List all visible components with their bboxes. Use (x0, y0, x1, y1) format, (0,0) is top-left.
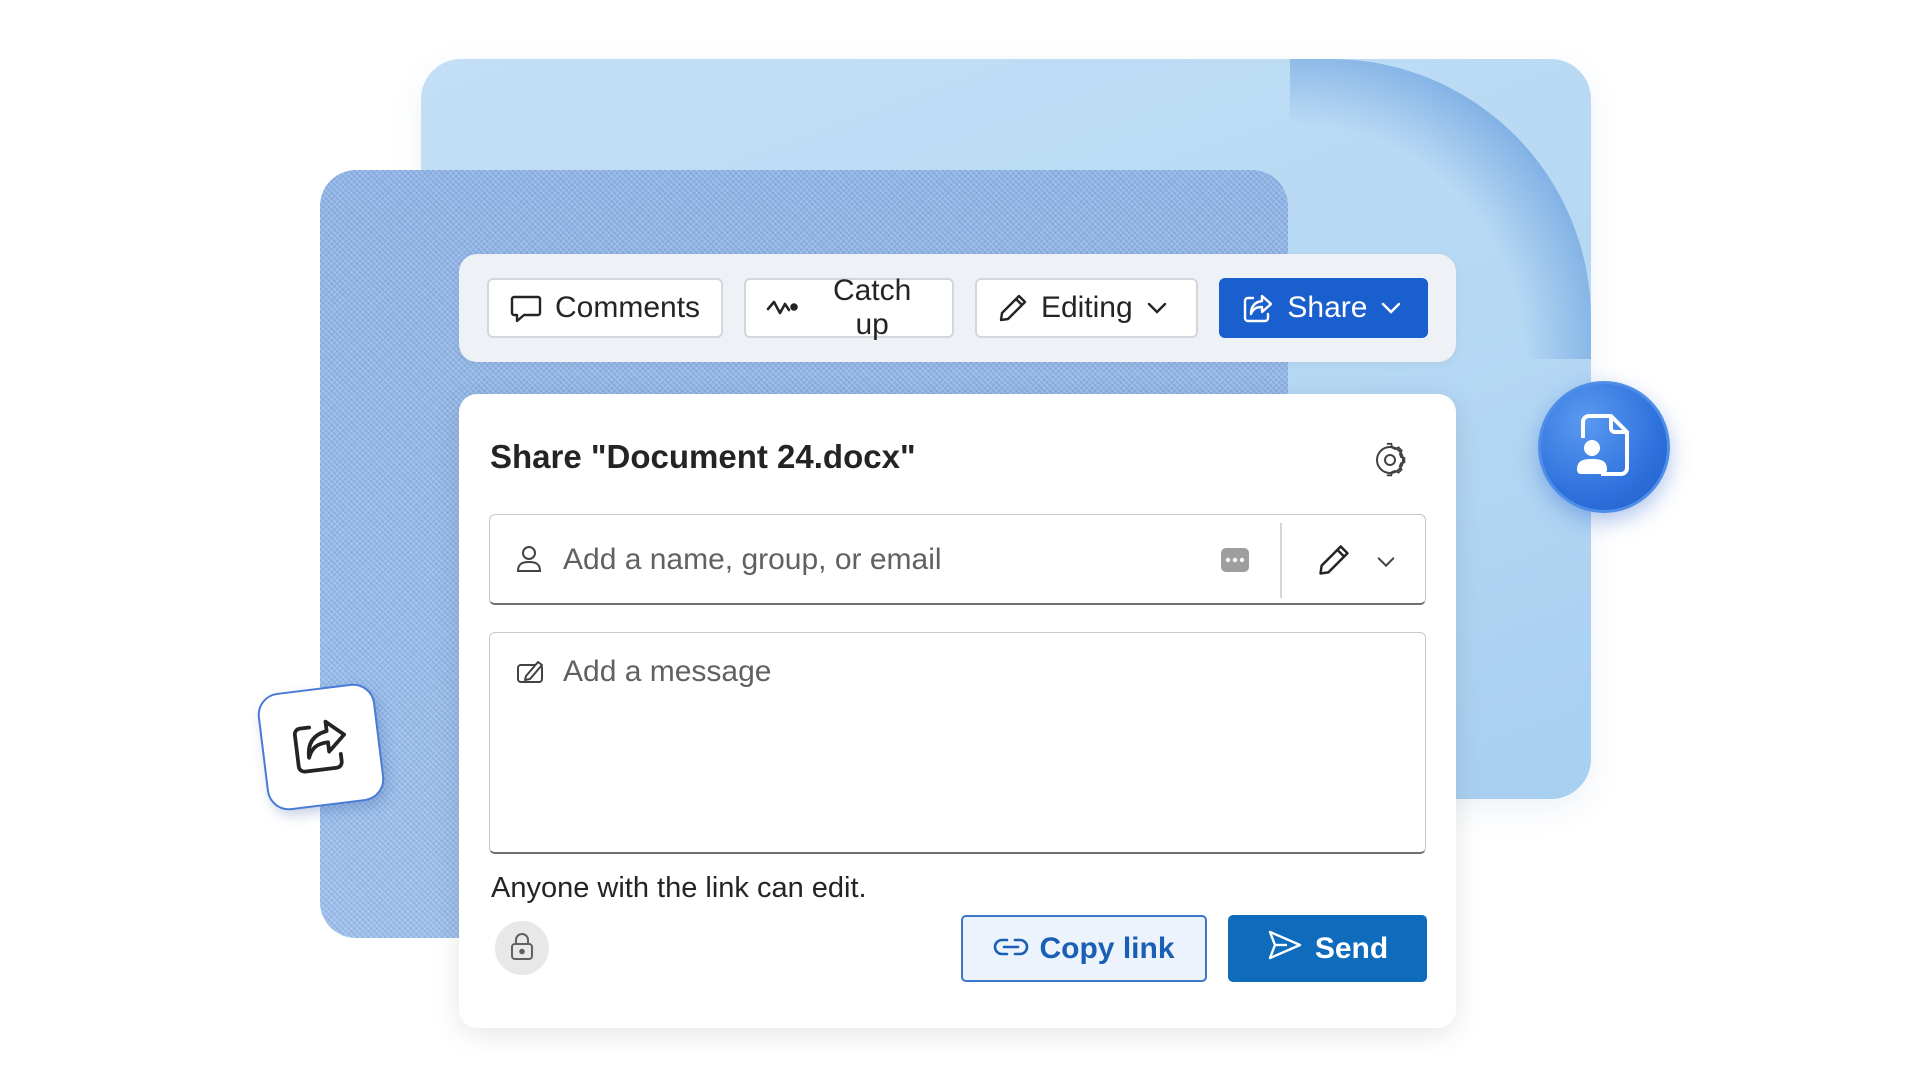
recipient-field (489, 514, 1426, 605)
editing-mode-button[interactable]: Editing (974, 278, 1199, 338)
link-permission-text: Anyone with the link can edit. (491, 872, 867, 904)
send-icon (1267, 929, 1303, 969)
person-icon (515, 544, 543, 579)
share-button[interactable]: Share (1219, 278, 1428, 338)
message-input[interactable] (563, 655, 1403, 835)
send-button[interactable]: Send (1228, 915, 1427, 982)
share-dialog: Share "Document 24.docx" Add a name, gro… (459, 394, 1456, 1028)
document-person-icon (1573, 412, 1635, 483)
chevron-down-icon (1379, 296, 1403, 320)
copy-link-button[interactable]: Copy link (961, 915, 1207, 982)
link-icon (993, 932, 1029, 966)
comments-label: Comments (555, 291, 701, 324)
editing-label: Editing (1040, 291, 1133, 324)
share-app-tile (255, 681, 387, 813)
share-arrow-icon (1241, 291, 1275, 325)
pencil-icon[interactable] (1316, 542, 1352, 583)
gear-icon[interactable] (1372, 442, 1408, 478)
field-divider (1280, 523, 1282, 598)
send-label: Send (1314, 931, 1389, 965)
document-person-badge (1538, 381, 1670, 513)
message-field (489, 632, 1426, 854)
chevron-down-icon[interactable] (1375, 551, 1397, 578)
lock-icon (509, 931, 535, 966)
document-toolbar: Comments Catch up Editing Share (459, 254, 1456, 362)
activity-wave-icon (766, 291, 800, 325)
chevron-down-icon (1145, 296, 1169, 320)
catch-up-label: Catch up (832, 274, 912, 341)
pencil-icon (997, 292, 1029, 324)
share-label: Share (1287, 291, 1368, 324)
copy-link-label: Copy link (1039, 931, 1175, 965)
edit-note-icon (516, 659, 546, 690)
more-options-icon[interactable] (1220, 546, 1250, 579)
dialog-title: Share "Document 24.docx" (490, 438, 916, 475)
comment-icon (509, 291, 543, 325)
share-arrow-icon (285, 709, 357, 785)
catch-up-button[interactable]: Catch up (744, 274, 954, 341)
recipient-input[interactable] (563, 535, 1163, 585)
comments-button[interactable]: Comments (487, 278, 724, 338)
link-settings-button[interactable] (495, 921, 549, 975)
